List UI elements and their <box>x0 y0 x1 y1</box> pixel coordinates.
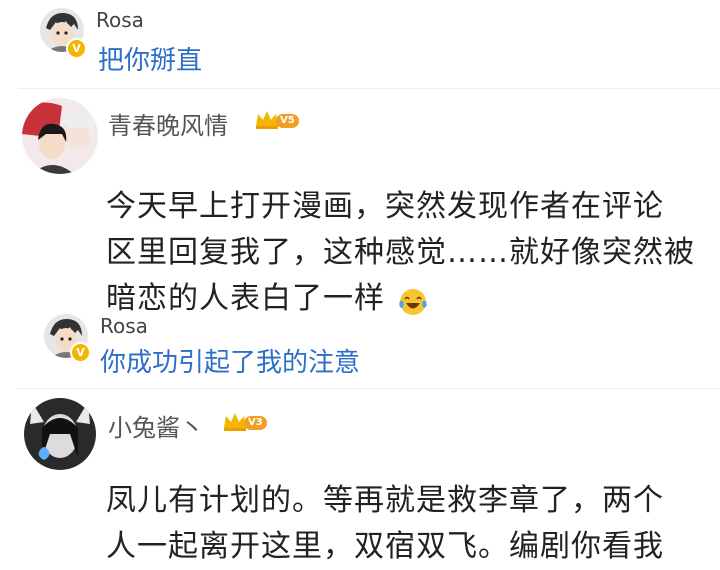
reply-text: 你成功引起了我的注意 <box>100 348 361 378</box>
username[interactable]: Rosa <box>100 314 148 338</box>
username[interactable]: Rosa <box>96 8 144 32</box>
username[interactable]: 青春晚风情 <box>108 106 228 141</box>
vip-level-badge: V5 <box>276 114 299 128</box>
reply-text: 把你掰直 <box>98 46 203 76</box>
username[interactable]: 小兔酱丶 <box>108 408 204 443</box>
avatar[interactable] <box>24 398 96 470</box>
comment-line-text: 暗恋的人表白了一样 <box>106 281 385 316</box>
verified-badge-icon: V <box>66 38 87 59</box>
divider <box>18 88 720 89</box>
avatar[interactable] <box>22 98 98 174</box>
verified-badge-icon: V <box>70 342 91 363</box>
vip-level-badge: V3 <box>244 416 267 430</box>
reply-item: V Rosa 把你掰直 <box>0 0 720 84</box>
comment-item: 青春晚风情 V5 今天早上打开漫画，突然发现作者在评论 区里回复我了，这种感觉…… <box>0 90 720 316</box>
comment-line: 区里回复我了，这种感觉……就好像突然被 <box>106 235 695 270</box>
divider <box>18 388 720 389</box>
comment-line: 今天早上打开漫画，突然发现作者在评论 <box>106 189 664 224</box>
reply-item: V Rosa 你成功引起了我的注意 <box>0 312 720 382</box>
comment-item: 小兔酱丶 V3 凤儿有计划的。等再就是救李章了，两个 人一起离开这里，双宿双飞。… <box>0 392 720 564</box>
comment-line: 人一起离开这里，双宿双飞。编剧你看我 <box>106 529 664 564</box>
laughing-tears-emoji-icon <box>398 285 428 315</box>
comment-line: 凤儿有计划的。等再就是救李章了，两个 <box>106 483 664 518</box>
